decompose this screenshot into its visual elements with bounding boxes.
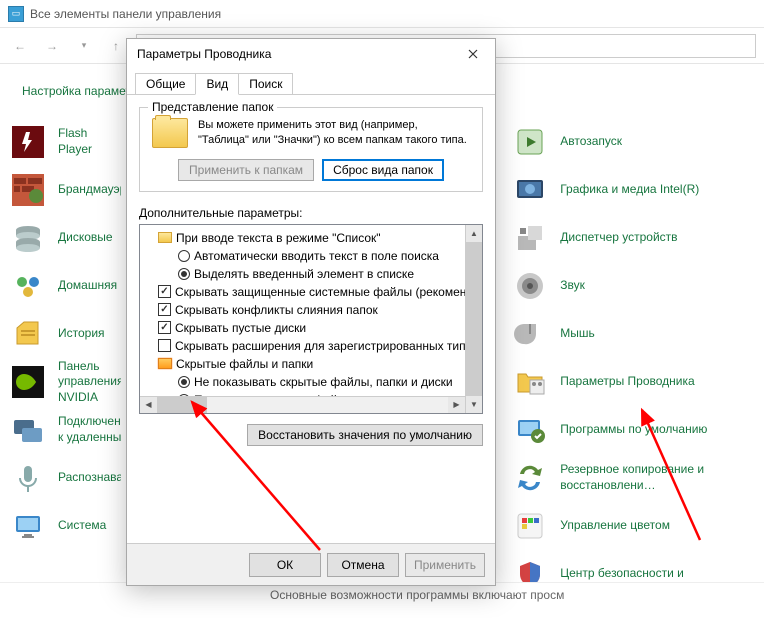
dialog-titlebar[interactable]: Параметры Проводника [127, 39, 495, 69]
advanced-label: Дополнительные параметры: [139, 206, 483, 220]
parent-title: Все элементы панели управления [30, 7, 221, 21]
cp-item-flash[interactable]: Flash Player [12, 118, 121, 166]
scroll-thumb[interactable] [157, 397, 207, 413]
cp-item-mouse[interactable]: Мышь [514, 310, 752, 358]
tree-item[interactable]: Скрывать защищенные системные файлы (рек… [142, 283, 480, 301]
status-text: Основные возможности программы включают … [270, 588, 564, 602]
up-button[interactable]: ↑ [104, 34, 128, 58]
back-button[interactable]: ← [8, 34, 32, 58]
advanced-settings-tree[interactable]: При вводе текста в режиме "Список" Автом… [139, 224, 483, 414]
scroll-right-icon[interactable]: ▶ [448, 397, 465, 413]
tree-item[interactable]: Скрывать конфликты слияния папок [142, 301, 480, 319]
folder-icon [158, 358, 172, 369]
radio-icon[interactable] [178, 376, 190, 388]
horizontal-scrollbar[interactable]: ◀ ▶ [140, 396, 465, 413]
reset-folders-button[interactable]: Сброс вида папок [322, 159, 444, 181]
tab-strip: Общие Вид Поиск [127, 69, 495, 95]
checkbox-icon[interactable] [158, 321, 171, 334]
cp-item-nvidia[interactable]: Панель управления NVIDIA [12, 358, 121, 406]
tree-content: При вводе текста в режиме "Список" Автом… [140, 225, 482, 413]
checkbox-icon[interactable] [158, 339, 171, 352]
cp-item-device-manager[interactable]: Диспетчер устройств [514, 214, 752, 262]
cp-item-remote[interactable]: Подключения к удаленным [12, 406, 121, 454]
cp-col-right: Автозапуск Графика и медиа Intel(R) Дисп… [514, 118, 752, 598]
ok-button[interactable]: ОК [249, 553, 321, 577]
tab-view[interactable]: Вид [195, 73, 239, 95]
restore-defaults-button[interactable]: Восстановить значения по умолчанию [247, 424, 483, 446]
cp-item-history[interactable]: История [12, 310, 121, 358]
dialog-footer: ОК Отмена Применить [127, 543, 495, 585]
tab-general[interactable]: Общие [135, 73, 196, 94]
checkbox-icon[interactable] [158, 303, 171, 316]
cp-item-firewall[interactable]: Брандмауэр [12, 166, 121, 214]
tree-item[interactable]: При вводе текста в режиме "Список" [142, 229, 480, 247]
control-panel-icon: ▭ [8, 6, 24, 22]
tree-item[interactable]: Скрывать пустые диски [142, 319, 480, 337]
vertical-scrollbar[interactable]: ▲ ▼ [465, 225, 482, 413]
cp-item-color-mgmt[interactable]: Управление цветом [514, 502, 752, 550]
scroll-thumb[interactable] [466, 242, 482, 396]
apply-to-folders-button[interactable]: Применить к папкам [178, 159, 314, 181]
tree-item[interactable]: Выделять введенный элемент в списке [142, 265, 480, 283]
scroll-up-icon[interactable]: ▲ [466, 225, 482, 242]
checkbox-icon[interactable] [158, 285, 171, 298]
cp-item-speech[interactable]: Распознавание [12, 454, 121, 502]
groupbox-text: Вы можете применить этот вид (например, … [198, 118, 470, 149]
radio-icon[interactable] [178, 250, 190, 262]
recent-dropdown[interactable]: ▾ [72, 34, 96, 58]
dialog-title: Параметры Проводника [137, 47, 271, 61]
forward-button[interactable]: → [40, 34, 64, 58]
tree-item[interactable]: Не показывать скрытые файлы, папки и дис… [142, 373, 480, 391]
cp-col-left: Flash Player Брандмауэр Дисковые Домашня… [12, 118, 121, 598]
cp-item-intel-graphics[interactable]: Графика и медиа Intel(R) [514, 166, 752, 214]
apply-button[interactable]: Применить [405, 553, 485, 577]
scroll-left-icon[interactable]: ◀ [140, 397, 157, 413]
parent-titlebar: ▭ Все элементы панели управления [0, 0, 764, 28]
tree-item[interactable]: Скрытые файлы и папки [142, 355, 480, 373]
explorer-options-dialog: Параметры Проводника Общие Вид Поиск Пре… [126, 38, 496, 586]
cp-item-system[interactable]: Система [12, 502, 121, 550]
scroll-down-icon[interactable]: ▼ [466, 396, 482, 413]
cp-item-storage[interactable]: Дисковые [12, 214, 121, 262]
cp-item-sound[interactable]: Звук [514, 262, 752, 310]
cancel-button[interactable]: Отмена [327, 553, 399, 577]
folder-icon [158, 232, 172, 243]
cp-item-explorer-options[interactable]: Параметры Проводника [514, 358, 752, 406]
tab-content-view: Представление папок Вы можете применить … [127, 95, 495, 458]
cp-item-backup[interactable]: Резервное копирование и восстановлени… [514, 454, 752, 502]
groupbox-title: Представление папок [148, 100, 277, 114]
close-icon [468, 49, 478, 59]
close-button[interactable] [453, 40, 493, 68]
folder-views-group: Представление папок Вы можете применить … [139, 107, 483, 192]
tree-item[interactable]: Автоматически вводить текст в поле поиск… [142, 247, 480, 265]
cp-item-autoplay[interactable]: Автозапуск [514, 118, 752, 166]
cp-item-default-programs[interactable]: Программы по умолчанию [514, 406, 752, 454]
tree-item[interactable]: Скрывать расширения для зарегистрированн… [142, 337, 480, 355]
tab-search[interactable]: Поиск [238, 73, 293, 94]
radio-icon[interactable] [178, 268, 190, 280]
cp-item-homegroup[interactable]: Домашняя [12, 262, 121, 310]
folder-icon [152, 118, 188, 148]
